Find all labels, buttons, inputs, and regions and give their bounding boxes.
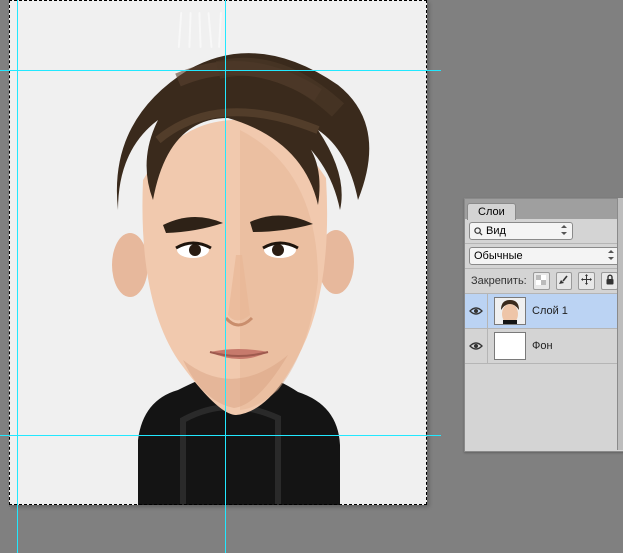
layer-thumbnail[interactable] bbox=[494, 297, 526, 325]
lock-transparent-button[interactable] bbox=[533, 272, 550, 290]
blend-mode-row: Обычные bbox=[465, 244, 623, 269]
visibility-toggle[interactable] bbox=[465, 329, 488, 363]
portrait-image bbox=[18, 0, 436, 505]
visibility-toggle[interactable] bbox=[465, 294, 488, 328]
lock-icon bbox=[605, 274, 615, 288]
brush-icon bbox=[558, 274, 569, 288]
canvas-area[interactable] bbox=[0, 0, 441, 553]
move-icon bbox=[581, 274, 592, 288]
layer-row[interactable]: Фон bbox=[465, 329, 623, 364]
tab-layers[interactable]: Слои bbox=[467, 203, 516, 220]
tab-label: Слои bbox=[478, 206, 505, 218]
eye-icon bbox=[469, 306, 483, 316]
layer-list: Слой 1 Фон bbox=[465, 294, 623, 364]
blend-mode-combo[interactable]: Обычные bbox=[469, 247, 620, 265]
chevron-updown-icon bbox=[560, 225, 568, 237]
panel-tabbar: Слои bbox=[465, 199, 623, 219]
layer-row[interactable]: Слой 1 bbox=[465, 294, 623, 329]
lock-all-button[interactable] bbox=[601, 272, 618, 290]
layer-filter-row: Вид bbox=[465, 219, 623, 244]
workspace: Слои Вид Обычные bbox=[0, 0, 623, 553]
checker-icon bbox=[536, 275, 546, 288]
chevron-updown-icon bbox=[607, 250, 615, 263]
search-icon bbox=[474, 227, 483, 236]
document-canvas[interactable] bbox=[9, 0, 427, 505]
canvas-content bbox=[18, 0, 436, 505]
lock-pixels-button[interactable] bbox=[556, 272, 573, 290]
collapsed-panel-strip[interactable] bbox=[617, 198, 623, 450]
lock-position-button[interactable] bbox=[578, 272, 595, 290]
lock-label: Закрепить: bbox=[471, 275, 527, 287]
filter-combo-value: Вид bbox=[486, 225, 506, 237]
layer-thumbnail[interactable] bbox=[494, 332, 526, 360]
lock-row: Закрепить: bbox=[465, 269, 623, 294]
layer-name: Слой 1 bbox=[532, 305, 568, 317]
layer-filter-combo[interactable]: Вид bbox=[469, 222, 573, 240]
layers-panel: Слои Вид Обычные bbox=[464, 198, 623, 452]
eye-icon bbox=[469, 341, 483, 351]
blend-mode-value: Обычные bbox=[474, 250, 523, 262]
layer-name: Фон bbox=[532, 340, 553, 352]
